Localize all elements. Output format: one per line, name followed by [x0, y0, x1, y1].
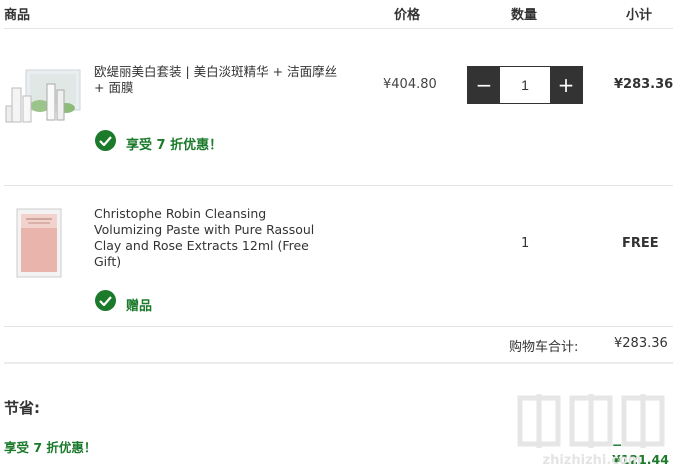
check-circle-icon	[95, 290, 116, 311]
cart-total-label: 购物车合计:	[509, 340, 579, 355]
quantity-stepper: − +	[467, 66, 583, 104]
discount-offer-label: 享受 7 折优惠！	[126, 138, 223, 153]
watermark-logo: zhizhizhi.com	[512, 388, 672, 470]
product-name[interactable]: 欧缇丽美白套装 | 美白淡斑精华 + 洁面摩丝 + 面膜	[94, 64, 344, 96]
increase-quantity-button[interactable]: +	[550, 67, 582, 103]
cart-total-value: ¥283.36	[614, 336, 668, 351]
row-divider	[4, 185, 673, 186]
decrease-quantity-button[interactable]: −	[468, 67, 500, 103]
product-image-avene-set[interactable]	[4, 66, 82, 124]
product-name[interactable]: Christophe Robin Cleansing Volumizing Pa…	[94, 206, 334, 270]
column-header-product: 商品	[4, 8, 31, 23]
savings-label: 享受 7 折优惠！	[4, 440, 97, 455]
product-image-christophe-robin[interactable]	[16, 208, 62, 278]
row-divider	[4, 326, 673, 327]
free-gift-label: 赠品	[126, 299, 153, 314]
column-header-price: 价格	[394, 8, 421, 23]
product-price: ¥404.80	[383, 77, 437, 92]
quantity-input[interactable]	[500, 67, 550, 103]
item-subtotal: ¥283.36	[614, 77, 673, 92]
svg-text:zhizhizhi.com: zhizhizhi.com	[543, 453, 642, 468]
column-header-quantity: 数量	[511, 8, 538, 23]
header-divider	[4, 28, 673, 29]
column-header-subtotal: 小计	[626, 8, 653, 23]
total-divider	[4, 362, 673, 364]
check-circle-icon	[95, 130, 116, 151]
item-subtotal-free: FREE	[622, 236, 659, 251]
item-quantity: 1	[521, 236, 530, 251]
savings-title: 节省:	[4, 399, 40, 417]
